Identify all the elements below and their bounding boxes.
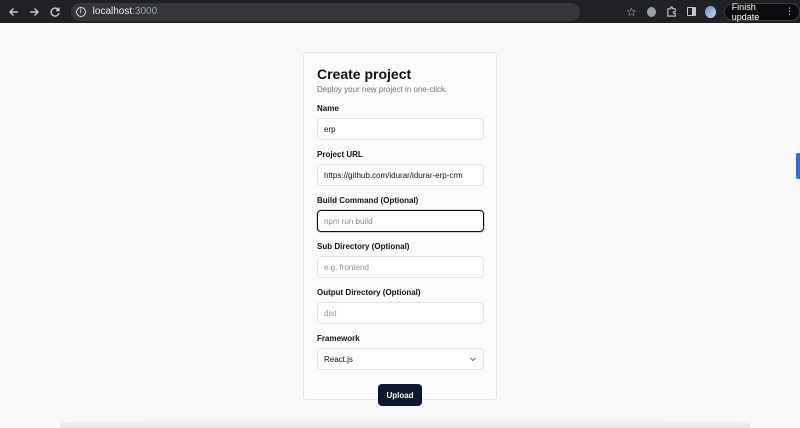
profile-avatar[interactable] <box>704 5 716 18</box>
name-label: Name <box>317 104 339 113</box>
upload-button[interactable]: Upload <box>378 384 422 406</box>
project-url-field: Project URL https://github.com/idurar/id… <box>317 150 484 186</box>
finish-update-button[interactable]: Finish update ⋮ <box>723 1 800 22</box>
puzzle-icon <box>667 6 676 17</box>
name-field: Name erp <box>317 104 484 140</box>
card-subtitle: Deploy your new project in one-click. <box>317 85 448 94</box>
name-input[interactable]: erp <box>317 118 484 140</box>
kebab-menu-icon: ⋮ <box>785 6 794 16</box>
output-directory-field: Output Directory (Optional) dist <box>317 288 484 324</box>
forward-button[interactable] <box>26 3 42 21</box>
back-arrow-icon <box>9 7 19 16</box>
chevron-down-icon <box>470 357 476 362</box>
finish-update-label: Finish update <box>731 1 760 22</box>
upload-row: Upload <box>317 384 483 406</box>
bottom-shadow <box>60 418 750 428</box>
framework-select[interactable]: React.js <box>317 348 484 370</box>
create-project-card: Create project Deploy your new project i… <box>303 52 497 406</box>
extensions-button[interactable] <box>663 3 679 21</box>
sub-directory-label: Sub Directory (Optional) <box>317 242 410 251</box>
card-title: Create project <box>317 66 412 82</box>
site-info-icon[interactable]: i <box>75 6 86 17</box>
project-url-label: Project URL <box>317 150 363 159</box>
reload-button[interactable] <box>46 3 62 21</box>
reload-icon <box>50 6 60 17</box>
address-url: localhost:3000 <box>92 6 158 17</box>
page-content: Create project Deploy your new project i… <box>0 23 800 428</box>
browser-toolbar: i localhost:3000 ☆ Finish update ⋮ <box>0 0 800 23</box>
framework-label: Framework <box>317 334 360 343</box>
output-directory-label: Output Directory (Optional) <box>317 288 421 297</box>
sub-directory-field: Sub Directory (Optional) e.g. frontend <box>317 242 484 278</box>
framework-selected-value: React.js <box>324 354 353 364</box>
build-command-input[interactable]: npm run build <box>317 210 484 232</box>
back-button[interactable] <box>6 3 22 21</box>
output-directory-input[interactable]: dist <box>317 302 484 324</box>
scroll-indicator[interactable] <box>796 153 800 179</box>
sub-directory-input[interactable]: e.g. frontend <box>317 256 484 278</box>
build-command-field: Build Command (Optional) npm run build <box>317 196 484 232</box>
address-bar[interactable]: i localhost:3000 <box>70 2 581 21</box>
bookmark-star-icon[interactable]: ☆ <box>623 3 639 21</box>
build-command-label: Build Command (Optional) <box>317 196 419 205</box>
framework-field: Framework React.js <box>317 334 484 370</box>
forward-arrow-icon <box>30 7 40 16</box>
project-url-input[interactable]: https://github.com/idurar/idurar-erp-crm <box>317 164 484 186</box>
extension-circle-icon[interactable] <box>647 6 657 17</box>
side-panel-icon[interactable] <box>686 7 696 16</box>
